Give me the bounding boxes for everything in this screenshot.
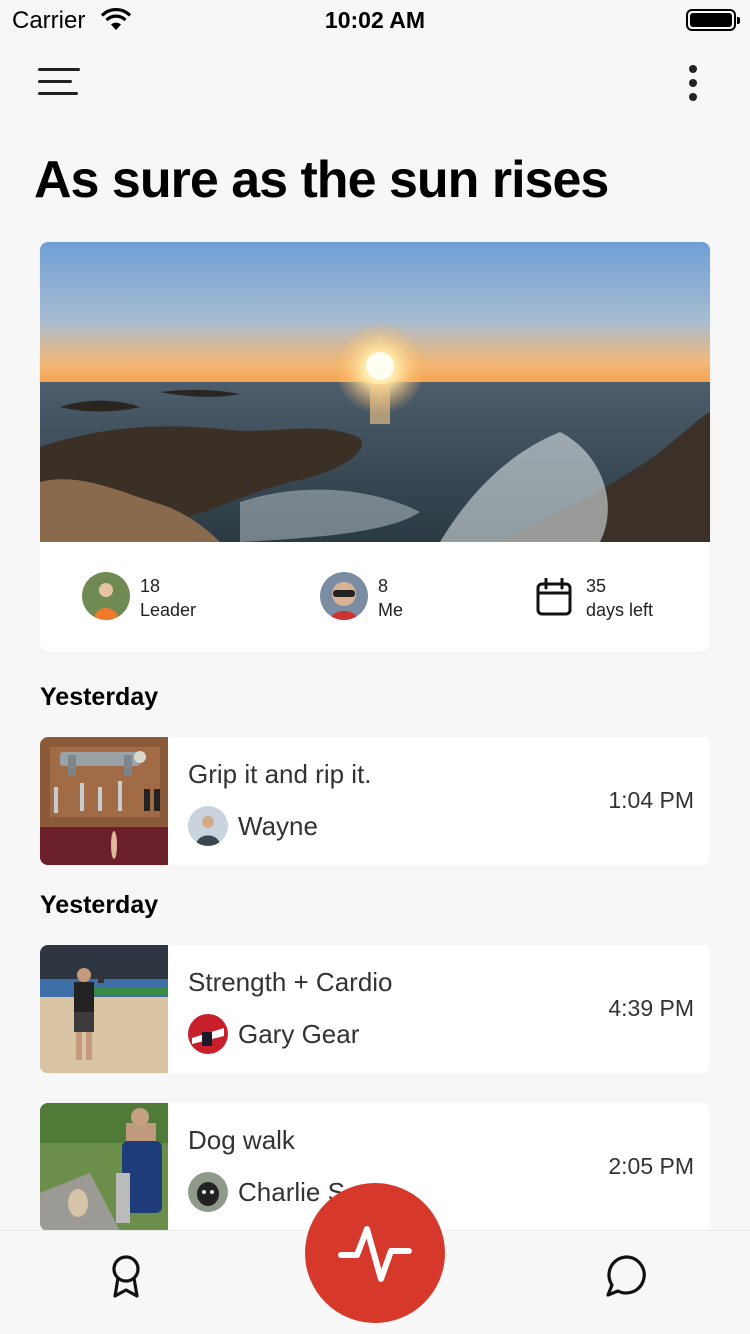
activity-title: Strength + Cardio	[188, 967, 393, 997]
leader-avatar	[82, 572, 130, 620]
chat-bubble-icon[interactable]	[604, 1253, 650, 1299]
my-avatar	[320, 572, 368, 620]
activity-photo	[40, 945, 168, 1073]
page-title: As sure as the sun rises	[34, 151, 609, 209]
activity-title: Dog walk	[188, 1125, 295, 1155]
activity-card[interactable]: Strength + Cardio Gary Gear 4:39 PM	[40, 945, 710, 1073]
section-header: Yesterday	[40, 891, 159, 919]
calendar-icon	[536, 578, 572, 616]
user-avatar	[188, 806, 228, 846]
award-icon[interactable]	[106, 1253, 146, 1299]
activity-title: Grip it and rip it.	[188, 759, 372, 789]
log-activity-button[interactable]	[305, 1183, 445, 1323]
user-name: Gary Gear	[238, 1019, 360, 1049]
leader-label: Leader	[140, 600, 197, 620]
user-avatar	[188, 1014, 228, 1054]
my-score: 8	[378, 576, 389, 596]
activity-photo	[40, 737, 168, 865]
battery-icon	[686, 9, 740, 31]
leader-score: 18	[140, 576, 161, 596]
more-options-button[interactable]	[684, 62, 704, 104]
challenge-card[interactable]: 18 Leader 8 Me 35 days left	[40, 242, 710, 652]
activity-card[interactable]: Grip it and rip it. Wayne 1:04 PM	[40, 737, 710, 865]
my-label: Me	[378, 600, 404, 620]
activity-pulse-icon	[338, 1226, 412, 1282]
days-left-value: 35	[586, 576, 607, 596]
activity-time: 2:05 PM	[608, 1153, 694, 1179]
status-time: 10:02 AM	[324, 7, 426, 33]
activity-time: 4:39 PM	[608, 995, 694, 1021]
user-name: Wayne	[238, 811, 318, 841]
days-left-label: days left	[586, 600, 654, 620]
challenge-cover-photo	[40, 242, 710, 542]
user-avatar	[188, 1172, 228, 1212]
section-header: Yesterday	[40, 683, 159, 711]
activity-photo	[40, 1103, 168, 1231]
status-bar: Carrier 10:02 AM	[0, 0, 750, 40]
activity-time: 1:04 PM	[608, 787, 694, 813]
menu-button[interactable]	[38, 68, 80, 98]
